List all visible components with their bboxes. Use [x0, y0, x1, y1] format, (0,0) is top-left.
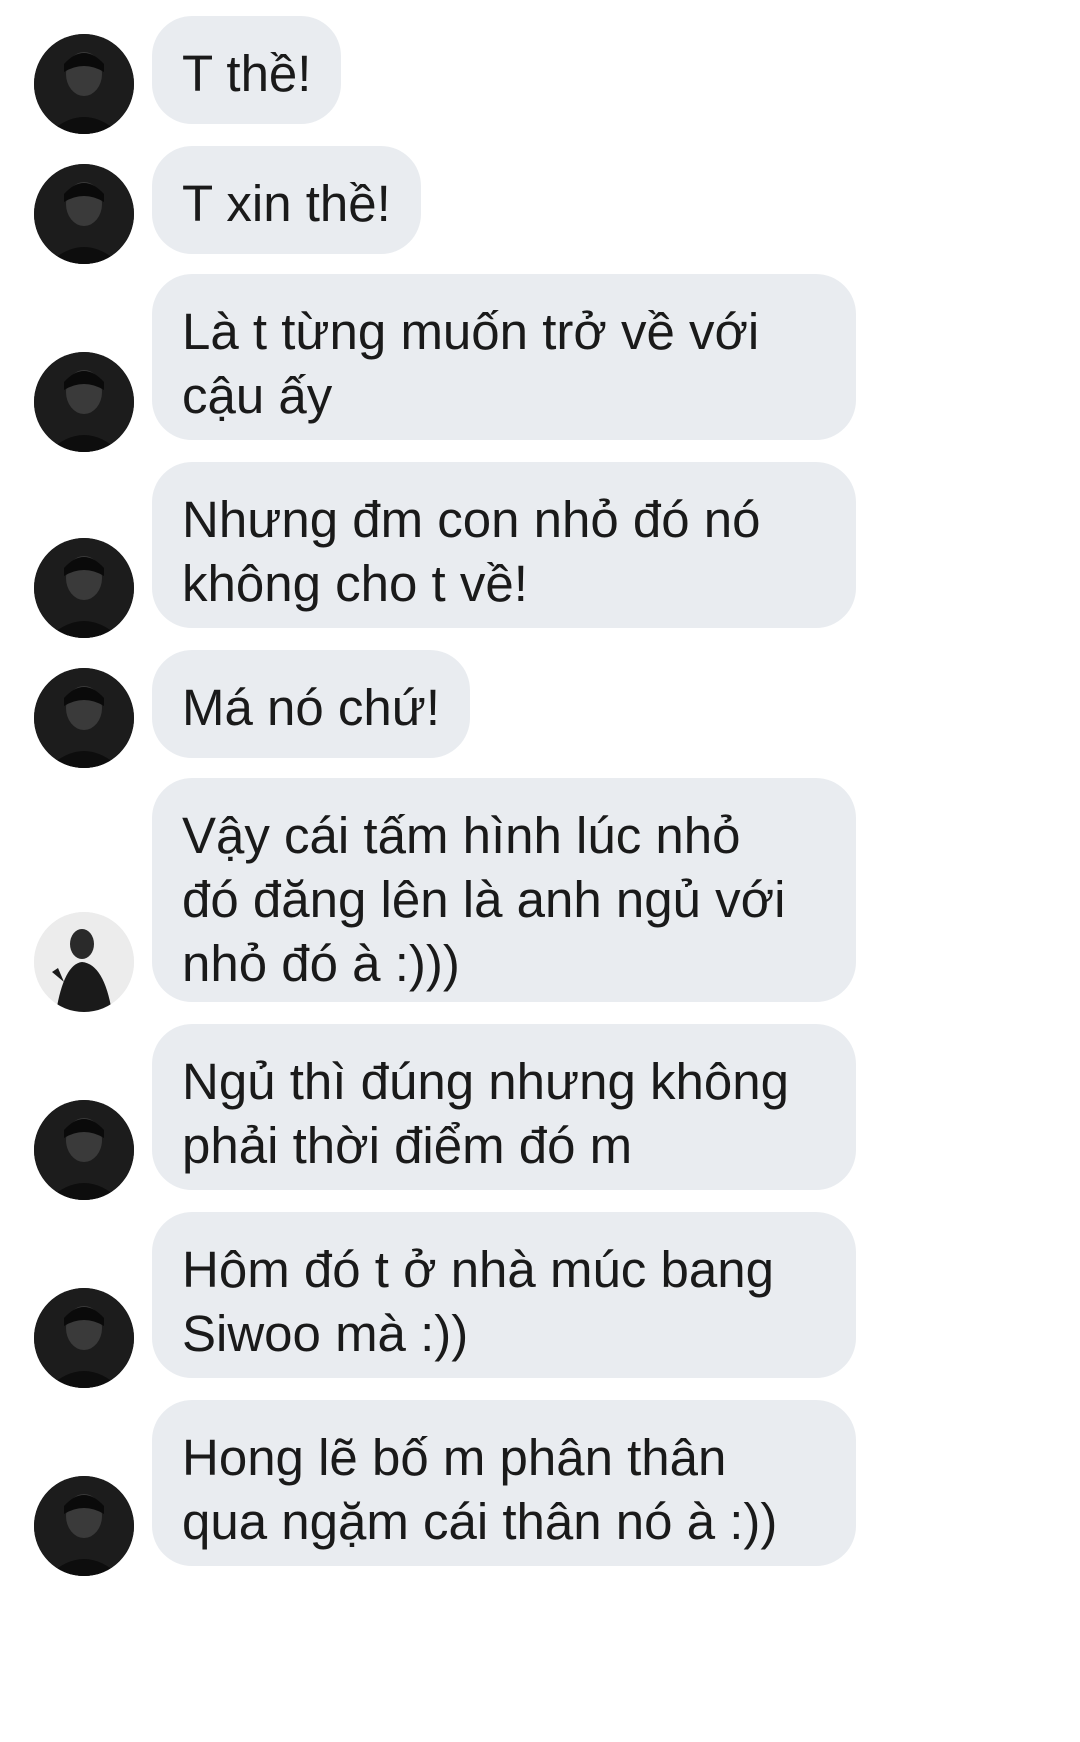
person-light-avatar-icon[interactable] [34, 912, 134, 1012]
message-bubble[interactable]: Ngủ thì đúng nhưng không phải thời điểm … [152, 1024, 856, 1190]
person-dark-avatar-icon[interactable] [34, 1288, 134, 1388]
message-bubble[interactable]: Hong lẽ bố m phân thân qua ngặm cái thân… [152, 1400, 856, 1566]
message-bubble[interactable]: Nhưng đm con nhỏ đó nó không cho t về! [152, 462, 856, 628]
person-dark-avatar-icon[interactable] [34, 1100, 134, 1200]
person-dark-avatar-icon[interactable] [34, 1476, 134, 1576]
chat-thread: T thề! T xin thề! Là t từng muốn trở về … [0, 0, 1080, 1742]
message-bubble[interactable]: T xin thề! [152, 146, 421, 254]
person-dark-avatar-icon[interactable] [34, 34, 134, 134]
person-dark-avatar-icon[interactable] [34, 668, 134, 768]
person-dark-avatar-icon[interactable] [34, 352, 134, 452]
message-bubble[interactable]: Là t từng muốn trở về với cậu ấy [152, 274, 856, 440]
message-bubble[interactable]: T thề! [152, 16, 342, 124]
person-dark-avatar-icon[interactable] [34, 164, 134, 264]
message-bubble[interactable]: Vậy cái tấm hình lúc nhỏ đó đăng lên là … [152, 778, 856, 1002]
message-bubble[interactable]: Hôm đó t ở nhà múc bang Siwoo mà :)) [152, 1212, 856, 1378]
person-dark-avatar-icon[interactable] [34, 538, 134, 638]
message-bubble[interactable]: Má nó chứ! [152, 650, 471, 758]
